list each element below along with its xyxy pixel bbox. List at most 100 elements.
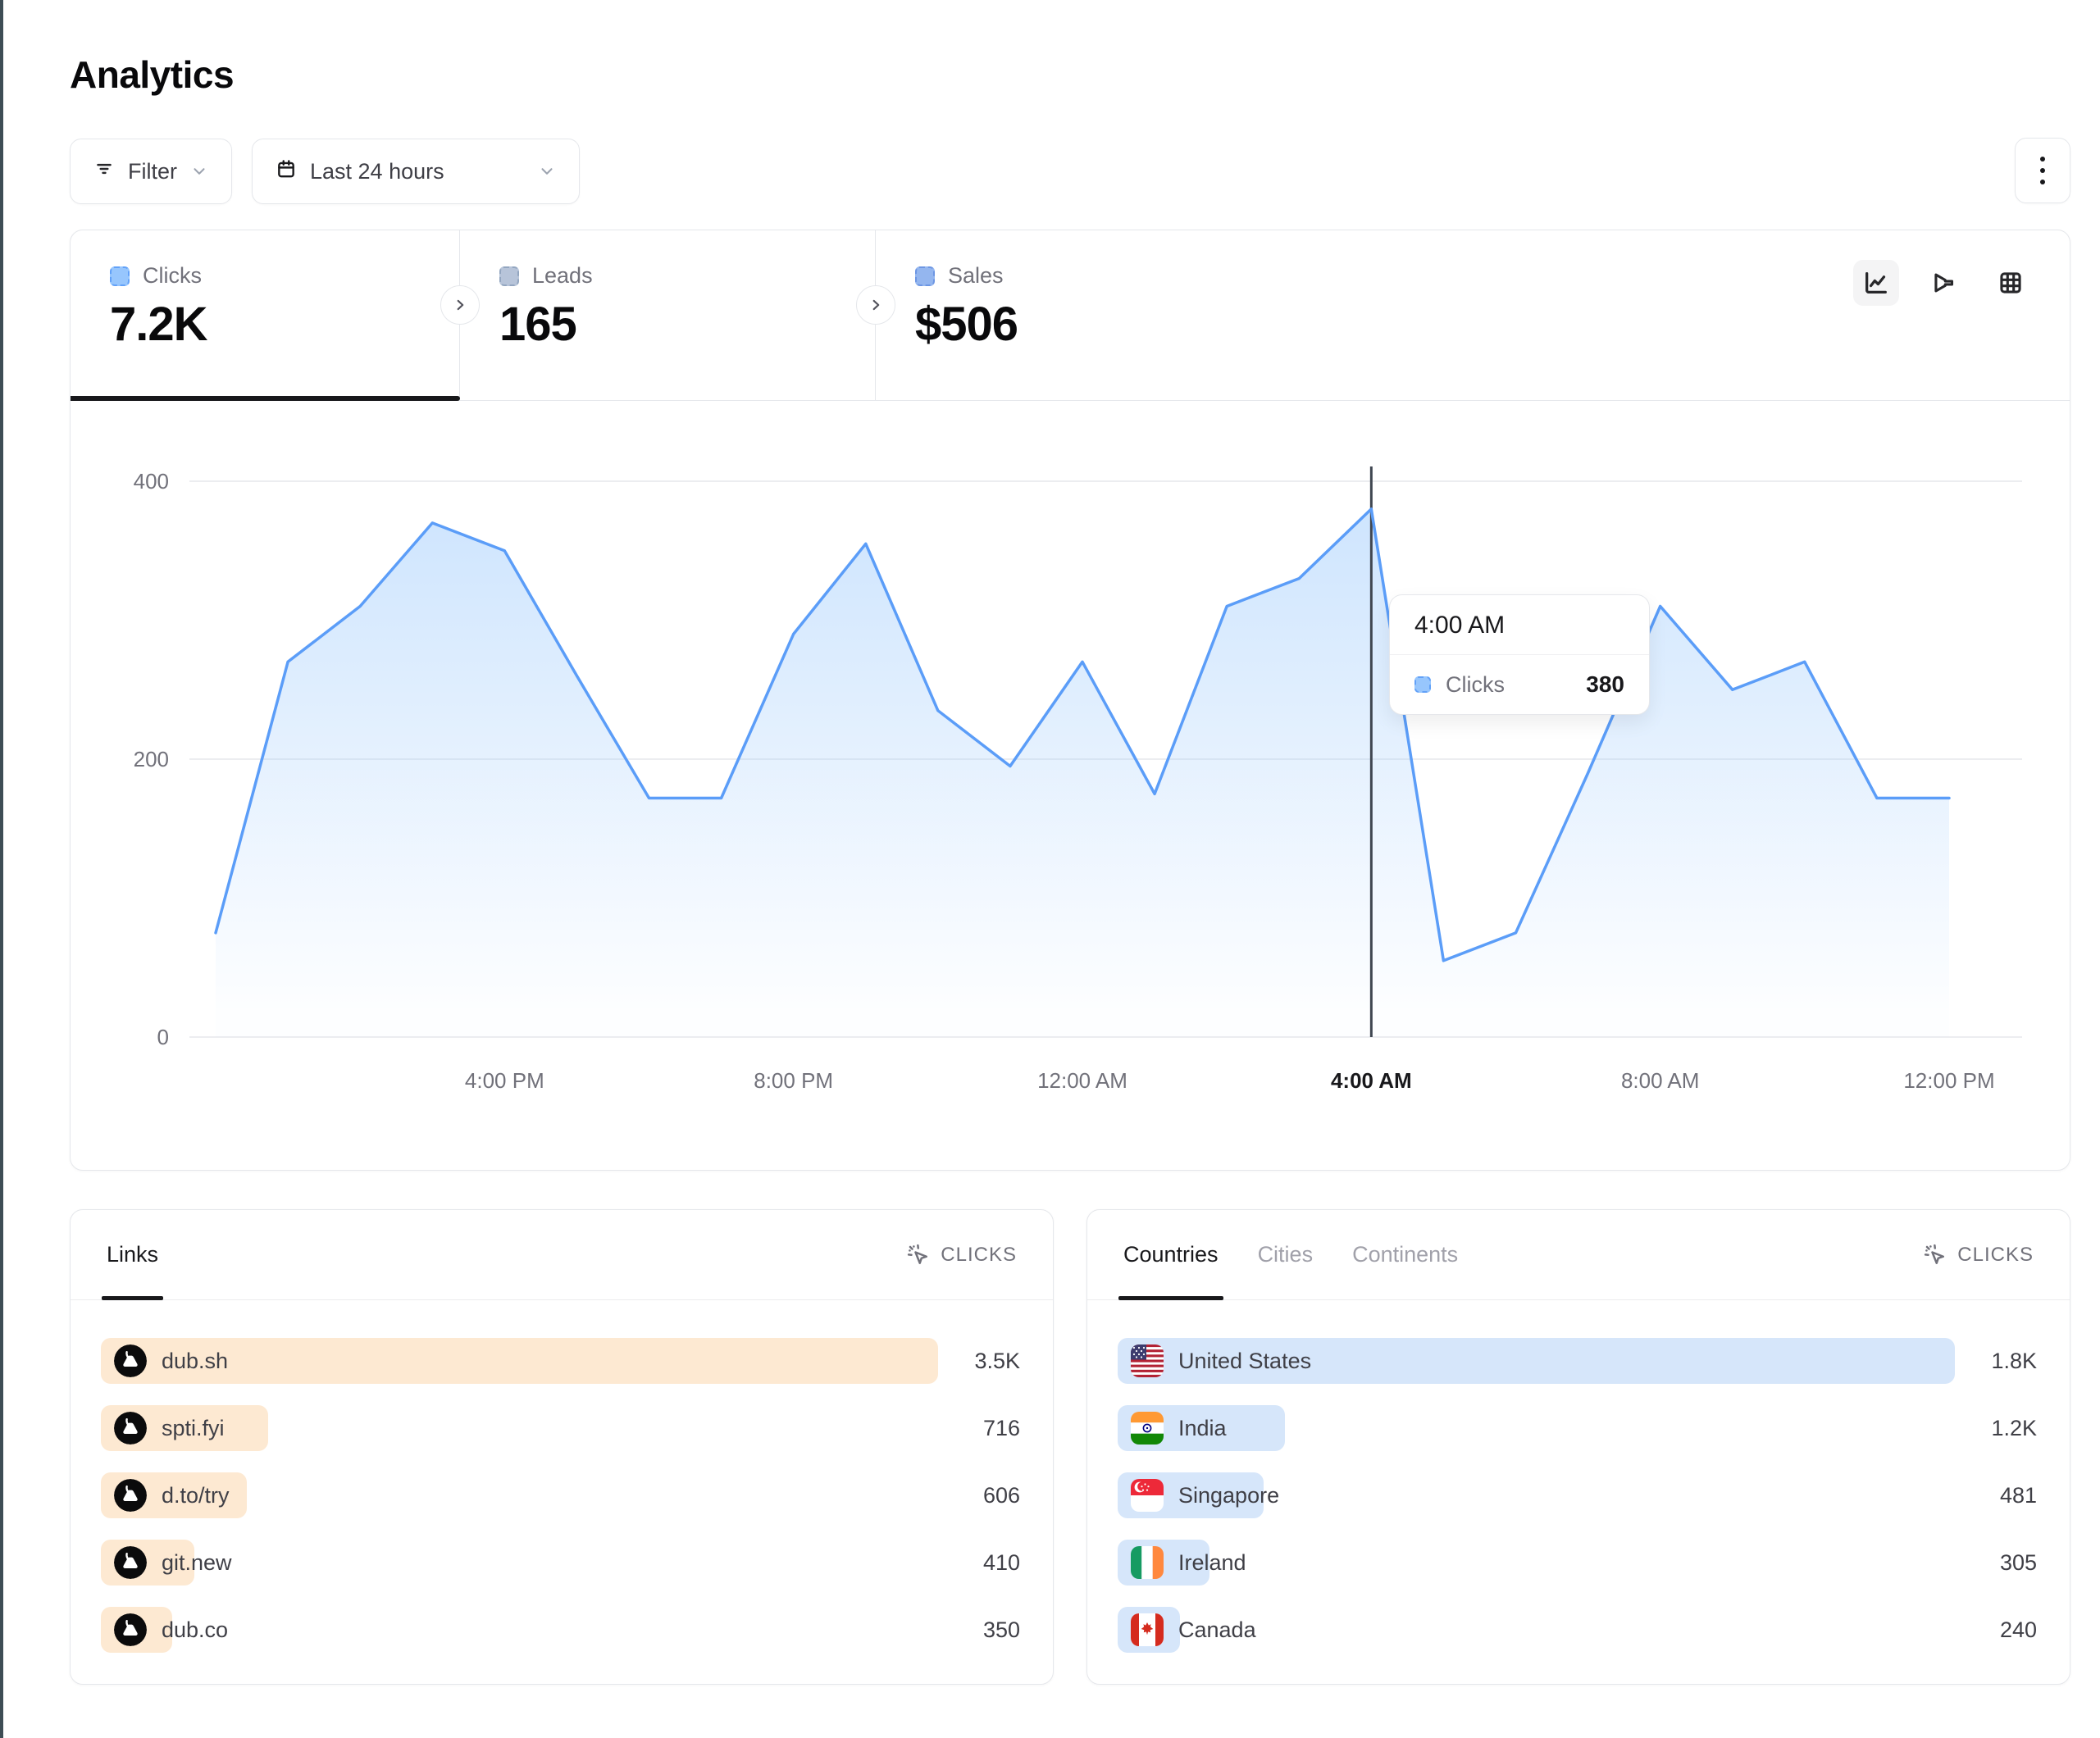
countries-panel-header: Countries Cities Continents CLICKS <box>1087 1210 2070 1300</box>
country-row[interactable]: United States 1.8K <box>1118 1338 2037 1384</box>
dub-logo-icon <box>114 1344 147 1377</box>
countries-metric-selector[interactable]: CLICKS <box>1923 1243 2034 1267</box>
link-row[interactable]: dub.sh3.5K <box>101 1338 1020 1384</box>
funnel-view-button[interactable] <box>1920 260 1966 306</box>
svg-text:12:00 AM: 12:00 AM <box>1037 1068 1127 1093</box>
singapore-flag-icon <box>1131 1479 1164 1512</box>
date-range-button[interactable]: Last 24 hours <box>252 139 580 204</box>
stat-tab-clicks[interactable]: Clicks 7.2K <box>71 230 460 400</box>
date-range-label: Last 24 hours <box>310 159 444 184</box>
svg-text:4:00 AM: 4:00 AM <box>1331 1068 1412 1093</box>
cursor-click-icon <box>906 1243 931 1267</box>
chart-tooltip: 4:00 AM Clicks 380 <box>1389 594 1650 715</box>
countries-panel: Countries Cities Continents CLICKS Unite… <box>1086 1209 2070 1685</box>
stat-value-clicks: 7.2K <box>110 297 459 352</box>
links-panel-header: Links CLICKS <box>71 1210 1053 1300</box>
country-row[interactable]: Canada 240 <box>1118 1607 2037 1653</box>
dub-logo-icon <box>114 1546 147 1579</box>
stat-label: Leads <box>532 263 593 289</box>
row-value: 350 <box>983 1607 1020 1653</box>
svg-text:400: 400 <box>134 469 169 494</box>
filter-button-label: Filter <box>128 159 177 184</box>
chevron-down-icon <box>190 162 208 180</box>
filter-button[interactable]: Filter <box>70 139 232 204</box>
stats-tabs: Clicks 7.2K Leads 165 Sales $506 <box>71 230 2070 401</box>
chevron-down-icon <box>538 162 556 180</box>
row-label: Canada <box>1178 1617 1256 1643</box>
table-grid-icon <box>1997 269 2025 297</box>
analytics-card: Clicks 7.2K Leads 165 Sales $506 <box>70 230 2070 1171</box>
links-metric-selector[interactable]: CLICKS <box>906 1243 1017 1267</box>
country-row[interactable]: Ireland 305 <box>1118 1540 2037 1586</box>
link-row[interactable]: spti.fyi 716 <box>101 1405 1020 1451</box>
row-value: 1.8K <box>1991 1338 2037 1384</box>
clicks-timeseries-chart[interactable]: 02004004:00 PM8:00 PM12:00 AM4:00 AM8:00… <box>71 401 2069 1172</box>
row-value: 606 <box>983 1472 1020 1518</box>
country-row[interactable]: Singapore 481 <box>1118 1472 2037 1518</box>
page-title: Analytics <box>70 52 2070 97</box>
toolbar: Filter Last 24 hours <box>70 138 2070 205</box>
stat-label: Clicks <box>143 263 202 289</box>
tab-countries[interactable]: Countries <box>1123 1210 1219 1299</box>
clicks-swatch-icon <box>1414 676 1431 693</box>
clicks-swatch-icon <box>110 266 130 286</box>
metric-label: CLICKS <box>941 1244 1017 1267</box>
expand-sales-button[interactable] <box>856 285 895 325</box>
india-flag-icon <box>1131 1412 1164 1445</box>
filter-lines-icon <box>93 158 115 185</box>
tab-cities[interactable]: Cities <box>1258 1210 1314 1299</box>
link-row[interactable]: git.new 410 <box>101 1540 1020 1586</box>
stat-tab-sales[interactable]: Sales $506 <box>876 230 2070 400</box>
metric-label: CLICKS <box>1957 1244 2034 1267</box>
row-label: United States <box>1178 1349 1311 1374</box>
row-value: 410 <box>983 1540 1020 1586</box>
row-value: 481 <box>2000 1472 2037 1518</box>
svg-text:4:00 PM: 4:00 PM <box>465 1068 544 1093</box>
row-label: Singapore <box>1178 1483 1279 1508</box>
row-label: d.to/try <box>162 1483 230 1508</box>
calendar-icon <box>276 158 297 185</box>
link-row[interactable]: d.to/try 606 <box>101 1472 1020 1518</box>
tooltip-series-label: Clicks <box>1446 672 1505 698</box>
line-chart-view-button[interactable] <box>1853 260 1899 306</box>
chart-view-toggles <box>1853 260 2034 306</box>
row-value: 240 <box>2000 1607 2037 1653</box>
row-value: 1.2K <box>1991 1405 2037 1451</box>
dub-logo-icon <box>114 1479 147 1512</box>
row-value: 305 <box>2000 1540 2037 1586</box>
row-label: dub.co <box>162 1617 228 1643</box>
canada-flag-icon <box>1131 1613 1164 1646</box>
chevron-right-icon <box>451 296 469 314</box>
stat-label: Sales <box>948 263 1004 289</box>
svg-text:12:00 PM: 12:00 PM <box>1903 1068 1994 1093</box>
ireland-flag-icon <box>1131 1546 1164 1579</box>
row-value: 3.5K <box>974 1338 1020 1384</box>
links-rows: dub.sh3.5K spti.fyi 716 d.to/try 606 git.new 4… <box>71 1300 1053 1653</box>
svg-text:200: 200 <box>134 747 169 771</box>
stat-tab-leads[interactable]: Leads 165 <box>460 230 876 400</box>
link-row[interactable]: dub.co 350 <box>101 1607 1020 1653</box>
tooltip-value: 380 <box>1586 671 1624 698</box>
tab-links[interactable]: Links <box>107 1210 158 1299</box>
table-view-button[interactable] <box>1988 260 2034 306</box>
stat-value-leads: 165 <box>499 297 875 352</box>
kebab-menu-icon <box>2040 157 2045 184</box>
links-panel: Links CLICKS dub.sh3.5K spti.fyi 716 d.to/t… <box>70 1209 1054 1685</box>
expand-leads-button[interactable] <box>440 285 480 325</box>
country-row[interactable]: India 1.2K <box>1118 1405 2037 1451</box>
row-value: 716 <box>983 1405 1020 1451</box>
more-menu-button[interactable] <box>2015 138 2070 203</box>
tooltip-time: 4:00 AM <box>1390 595 1649 655</box>
row-label: Ireland <box>1178 1550 1246 1576</box>
row-label: spti.fyi <box>162 1416 225 1441</box>
svg-text:8:00 PM: 8:00 PM <box>754 1068 833 1093</box>
tab-continents[interactable]: Continents <box>1352 1210 1458 1299</box>
svg-text:0: 0 <box>157 1025 169 1049</box>
funnel-icon <box>1929 269 1957 297</box>
dub-logo-icon <box>114 1412 147 1445</box>
leads-swatch-icon <box>499 266 519 286</box>
cursor-click-icon <box>1923 1243 1947 1267</box>
sales-swatch-icon <box>915 266 935 286</box>
row-label: India <box>1178 1416 1227 1441</box>
row-label: git.new <box>162 1550 232 1576</box>
